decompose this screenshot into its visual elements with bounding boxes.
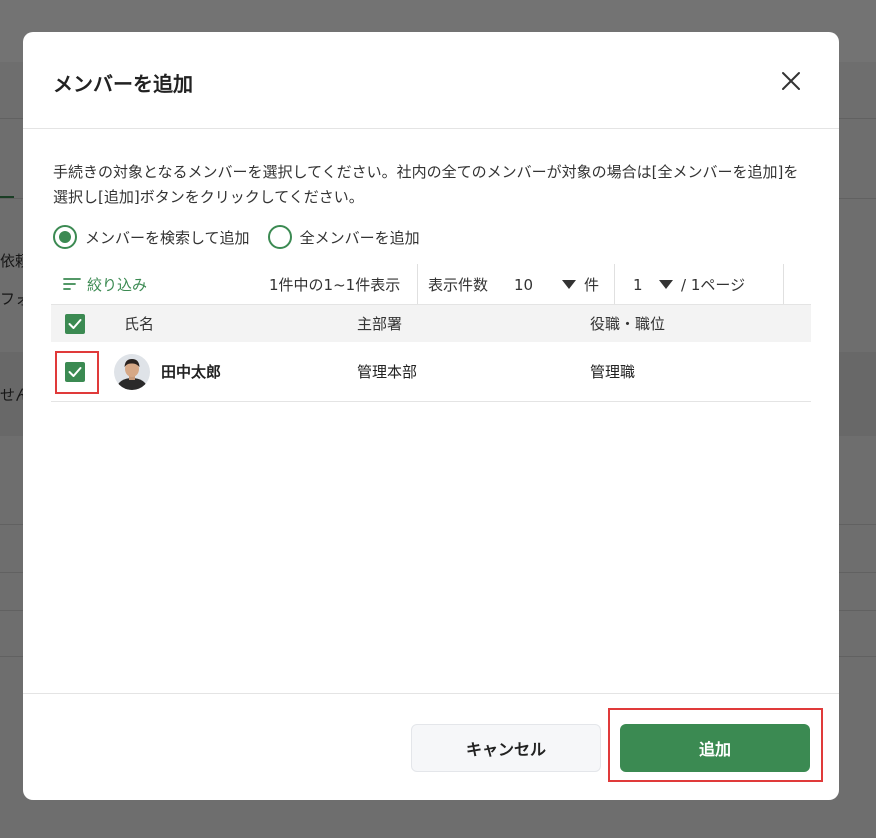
- table-toolbar: 絞り込み 1件中の1~1件表示 表示件数 10 件 1 / 1ページ: [51, 264, 811, 304]
- dialog-title: メンバーを追加: [53, 72, 193, 96]
- toolbar-separator: [783, 264, 784, 304]
- radio-label: 全メンバーを追加: [299, 228, 420, 247]
- radio-unchecked-icon: [267, 225, 292, 249]
- page-suffix: / 1ページ: [681, 276, 746, 294]
- header-dept[interactable]: 主部署: [357, 313, 590, 334]
- cancel-button[interactable]: キャンセル: [411, 724, 601, 772]
- filter-label: 絞り込み: [87, 275, 148, 294]
- radio-search-add[interactable]: メンバーを検索して追加: [53, 225, 250, 249]
- toolbar-separator: [614, 264, 615, 304]
- per-page-unit: 件: [584, 276, 600, 294]
- member-mode-radio-group: メンバーを検索して追加 全メンバーを追加: [53, 225, 438, 249]
- per-page-value: 10: [514, 275, 534, 294]
- header-name[interactable]: 氏名: [124, 313, 357, 334]
- select-all-checkbox[interactable]: [65, 313, 85, 334]
- close-button[interactable]: [775, 65, 807, 97]
- caret-down-icon: [562, 280, 576, 289]
- caret-down-icon: [659, 280, 673, 289]
- toolbar-separator: [417, 264, 418, 304]
- page-value: 1: [633, 275, 643, 294]
- check-icon: [68, 318, 82, 329]
- add-button-highlight-box: [608, 708, 823, 782]
- result-count: 1件中の1~1件表示: [269, 276, 401, 294]
- dialog-footer: キャンセル 追加: [23, 693, 839, 800]
- radio-checked-icon: [53, 225, 77, 249]
- per-page-select[interactable]: 10 件: [514, 274, 599, 295]
- dialog-description: 手続きの対象となるメンバーを選択してください。社内の全てのメンバーが対象の場合は…: [53, 163, 799, 206]
- dialog-header: メンバーを追加: [23, 32, 839, 129]
- header-role[interactable]: 役職・職位: [590, 313, 811, 334]
- close-icon: [782, 72, 800, 90]
- member-role: 管理職: [590, 363, 636, 381]
- member-table: 氏名 主部署 役職・職位 田中太郎 管理本部 管理職: [51, 304, 811, 402]
- filter-icon: [63, 277, 81, 291]
- avatar: [114, 353, 150, 390]
- checkbox-highlight-box: [55, 351, 99, 394]
- filter-button[interactable]: 絞り込み: [63, 274, 147, 295]
- table-header: 氏名 主部署 役職・職位: [51, 304, 811, 342]
- add-member-dialog: メンバーを追加 手続きの対象となるメンバーを選択してください。社内の全てのメンバ…: [23, 32, 839, 800]
- per-page-label: 表示件数: [428, 276, 489, 294]
- page-select[interactable]: 1 / 1ページ: [633, 274, 745, 295]
- member-dept: 管理本部: [357, 363, 418, 381]
- table-row[interactable]: 田中太郎 管理本部 管理職: [51, 342, 811, 402]
- radio-add-all[interactable]: 全メンバーを追加: [267, 225, 420, 249]
- radio-label: メンバーを検索して追加: [85, 228, 250, 247]
- member-name: 田中太郎: [161, 363, 222, 381]
